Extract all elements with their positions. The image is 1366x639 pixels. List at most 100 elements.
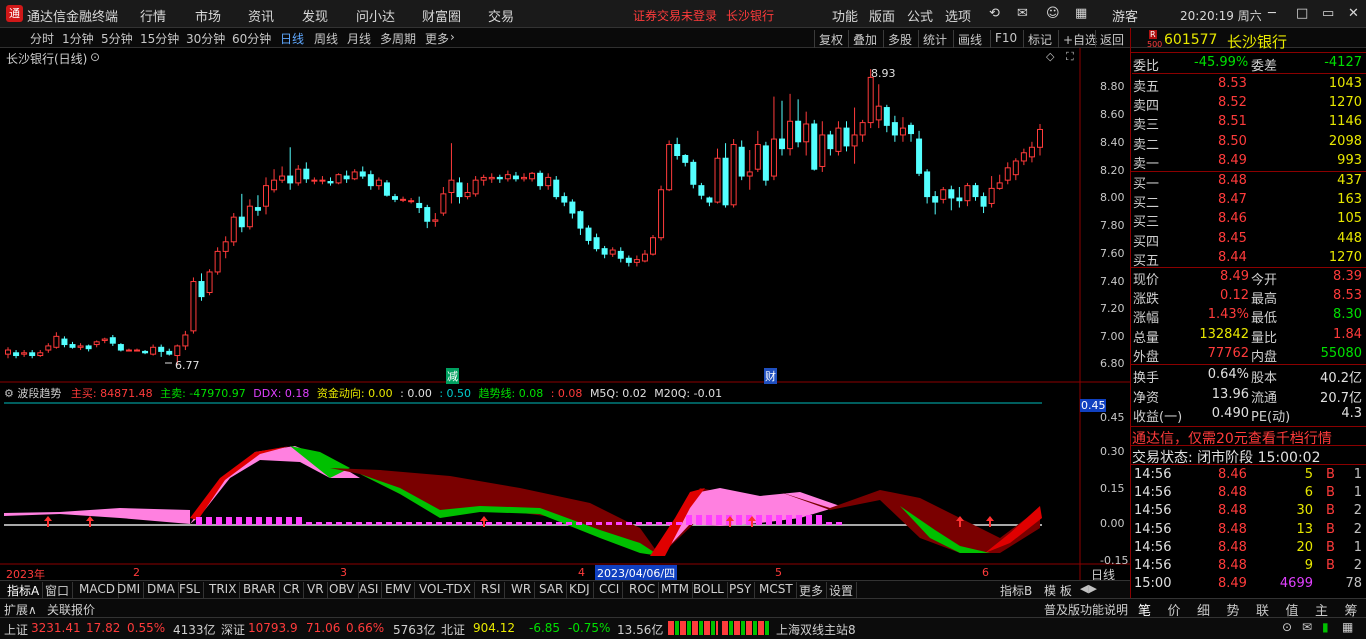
indicator-tab-13[interactable]: VOL-TDX: [416, 582, 475, 598]
indicator-tab-21[interactable]: BOLL: [690, 582, 728, 598]
envelope-icon[interactable]: ✉: [1302, 620, 1312, 634]
period-monthly[interactable]: 月线: [347, 30, 371, 47]
expand-icon[interactable]: ⛶: [1066, 50, 1074, 64]
indicator-tab-20[interactable]: MTM: [658, 582, 694, 598]
indicator-tab-19[interactable]: ROC: [626, 582, 660, 598]
settings-icon[interactable]: ⊙: [90, 50, 100, 64]
trade-notice[interactable]: 证券交易未登录: [633, 7, 717, 24]
indicator-tab-5[interactable]: FSL: [176, 582, 204, 598]
mail-icon[interactable]: ✉: [1017, 6, 1028, 21]
user-label[interactable]: 游客: [1112, 6, 1138, 25]
tool-diejia[interactable]: 叠加: [848, 30, 881, 48]
event-mark-jian[interactable]: 减: [446, 368, 459, 384]
close-icon[interactable]: ✕: [1348, 6, 1359, 21]
period-fenshi[interactable]: 分时: [30, 30, 54, 47]
indicator-tab-10[interactable]: OBV: [326, 582, 359, 598]
menu-shichang[interactable]: 市场: [195, 6, 221, 25]
indicator-tab-16[interactable]: SAR: [536, 582, 568, 598]
menu-jiaoyi[interactable]: 交易: [488, 6, 514, 25]
indicator-tab-12[interactable]: EMV: [382, 582, 416, 598]
indicator-tab-24[interactable]: 更多: [796, 582, 828, 598]
menu-wenxiaoda[interactable]: 问小达: [356, 6, 395, 25]
menu-caifuquan[interactable]: 财富圈: [422, 6, 461, 25]
menu-gongshi[interactable]: 公式: [907, 6, 933, 25]
diamond-icon[interactable]: ◇: [1046, 50, 1054, 63]
indicator-tab-17[interactable]: KDJ: [566, 582, 594, 598]
tool-fuquan[interactable]: 复权: [814, 30, 847, 48]
period-30min[interactable]: 30分钟: [186, 30, 225, 47]
period-15min[interactable]: 15分钟: [140, 30, 179, 47]
grid-icon[interactable]: ▦: [1075, 6, 1087, 21]
signal-icon[interactable]: ▮: [1322, 620, 1329, 634]
minimize-icon[interactable]: ─: [1268, 6, 1276, 21]
indicator-tab-22[interactable]: PSY: [726, 582, 756, 598]
indicator-tab-6[interactable]: TRIX: [206, 582, 241, 598]
tool-f10[interactable]: F10: [990, 30, 1021, 48]
menu-xuanxiang[interactable]: 选项: [945, 6, 971, 25]
period-more[interactable]: 更多: [425, 30, 449, 47]
indicator-tab-18[interactable]: CCI: [596, 582, 624, 598]
menu-faxian[interactable]: 发现: [302, 6, 328, 25]
menu-zixun[interactable]: 资讯: [248, 6, 274, 25]
server-name[interactable]: 上海双线主站8: [776, 621, 856, 638]
period-1min[interactable]: 1分钟: [62, 30, 94, 47]
buy-row[interactable]: 买二 8.47 163: [1132, 191, 1366, 211]
buy-row[interactable]: 买五 8.44 1270: [1132, 249, 1366, 269]
menu-banmian[interactable]: 版面: [869, 6, 895, 25]
period-multi[interactable]: 多周期: [380, 30, 416, 47]
period-60min[interactable]: 60分钟: [232, 30, 271, 47]
restore-icon[interactable]: ▭: [1322, 6, 1334, 21]
indicator-tab-14[interactable]: RSI: [478, 582, 505, 598]
connection-icon[interactable]: ⊙: [1282, 620, 1292, 634]
indicator-tab-4[interactable]: DMA: [144, 582, 179, 598]
gear-icon[interactable]: ⚙: [4, 387, 14, 400]
indicator-tab-25[interactable]: 设置: [826, 582, 858, 598]
indicator-tab-0[interactable]: 指标A: [4, 582, 44, 598]
indicator-tab-9[interactable]: VR: [304, 582, 328, 598]
indicator-tab-11[interactable]: ASI: [356, 582, 383, 598]
tool-fanhui[interactable]: 返回: [1095, 30, 1128, 48]
expand-button[interactable]: 扩展∧: [4, 601, 37, 618]
indicator-tab-2[interactable]: MACD: [76, 582, 119, 598]
stock-link[interactable]: 长沙银行: [726, 7, 774, 24]
chart-area[interactable]: 长沙银行(日线) ⊙ ◇ ⛶ 8.93 6.77 减 财 8.80 8.60 8…: [0, 48, 1130, 582]
promo-banner[interactable]: 通达信，仅需20元查看千档行情: [1131, 426, 1366, 447]
candlestick-chart[interactable]: [0, 48, 1130, 582]
buy-row[interactable]: 买一 8.48 437: [1132, 172, 1366, 192]
maximize-icon[interactable]: □: [1296, 6, 1308, 21]
refresh-icon[interactable]: ⟲: [989, 6, 1000, 21]
help-link[interactable]: 普及版功能说明: [1044, 601, 1128, 618]
event-mark-cai[interactable]: 财: [764, 368, 777, 384]
sell-row[interactable]: 卖三 8.51 1146: [1132, 113, 1366, 133]
indicator-tab-15[interactable]: WR: [508, 582, 536, 598]
tool-tongji[interactable]: 统计: [918, 30, 951, 48]
template-button[interactable]: 模 板: [1044, 582, 1072, 599]
buy-row[interactable]: 买四 8.45 448: [1132, 230, 1366, 250]
sell-row[interactable]: 卖二 8.50 2098: [1132, 133, 1366, 153]
tool-duogu[interactable]: 多股: [883, 30, 916, 48]
indicator-tab-1[interactable]: 窗口: [42, 582, 74, 598]
sell-row[interactable]: 卖四 8.52 1270: [1132, 94, 1366, 114]
indicator-b-button[interactable]: 指标B: [1000, 582, 1032, 599]
menu-hangqing[interactable]: 行情: [140, 6, 166, 25]
period-weekly[interactable]: 周线: [314, 30, 338, 47]
user-icon[interactable]: ☺: [1046, 6, 1060, 21]
scroll-right-icon[interactable]: ◀▶: [1080, 582, 1097, 595]
related-quote-button[interactable]: 关联报价: [47, 601, 95, 618]
chevron-right-icon[interactable]: ›: [450, 30, 455, 44]
grid-icon-2[interactable]: ▦: [1342, 620, 1353, 634]
indicator-tab-23[interactable]: MCST: [756, 582, 797, 598]
menu-gongneng[interactable]: 功能: [832, 6, 858, 25]
tool-biaoji[interactable]: 标记: [1023, 30, 1056, 48]
indicator-name[interactable]: 波段趋势: [17, 387, 61, 400]
period-daily[interactable]: 日线: [280, 30, 304, 47]
indicator-tab-3[interactable]: DMI: [114, 582, 145, 598]
indicator-tab-7[interactable]: BRAR: [240, 582, 280, 598]
period-5min[interactable]: 5分钟: [101, 30, 133, 47]
buy-row[interactable]: 买三 8.46 105: [1132, 210, 1366, 230]
ddx-bar: [496, 522, 502, 525]
indicator-tab-8[interactable]: CR: [280, 582, 304, 598]
tool-huaxian[interactable]: 画线: [953, 30, 986, 48]
sell-row[interactable]: 卖五 8.53 1043: [1132, 75, 1366, 95]
sell-row[interactable]: 卖一 8.49 993: [1132, 152, 1366, 172]
